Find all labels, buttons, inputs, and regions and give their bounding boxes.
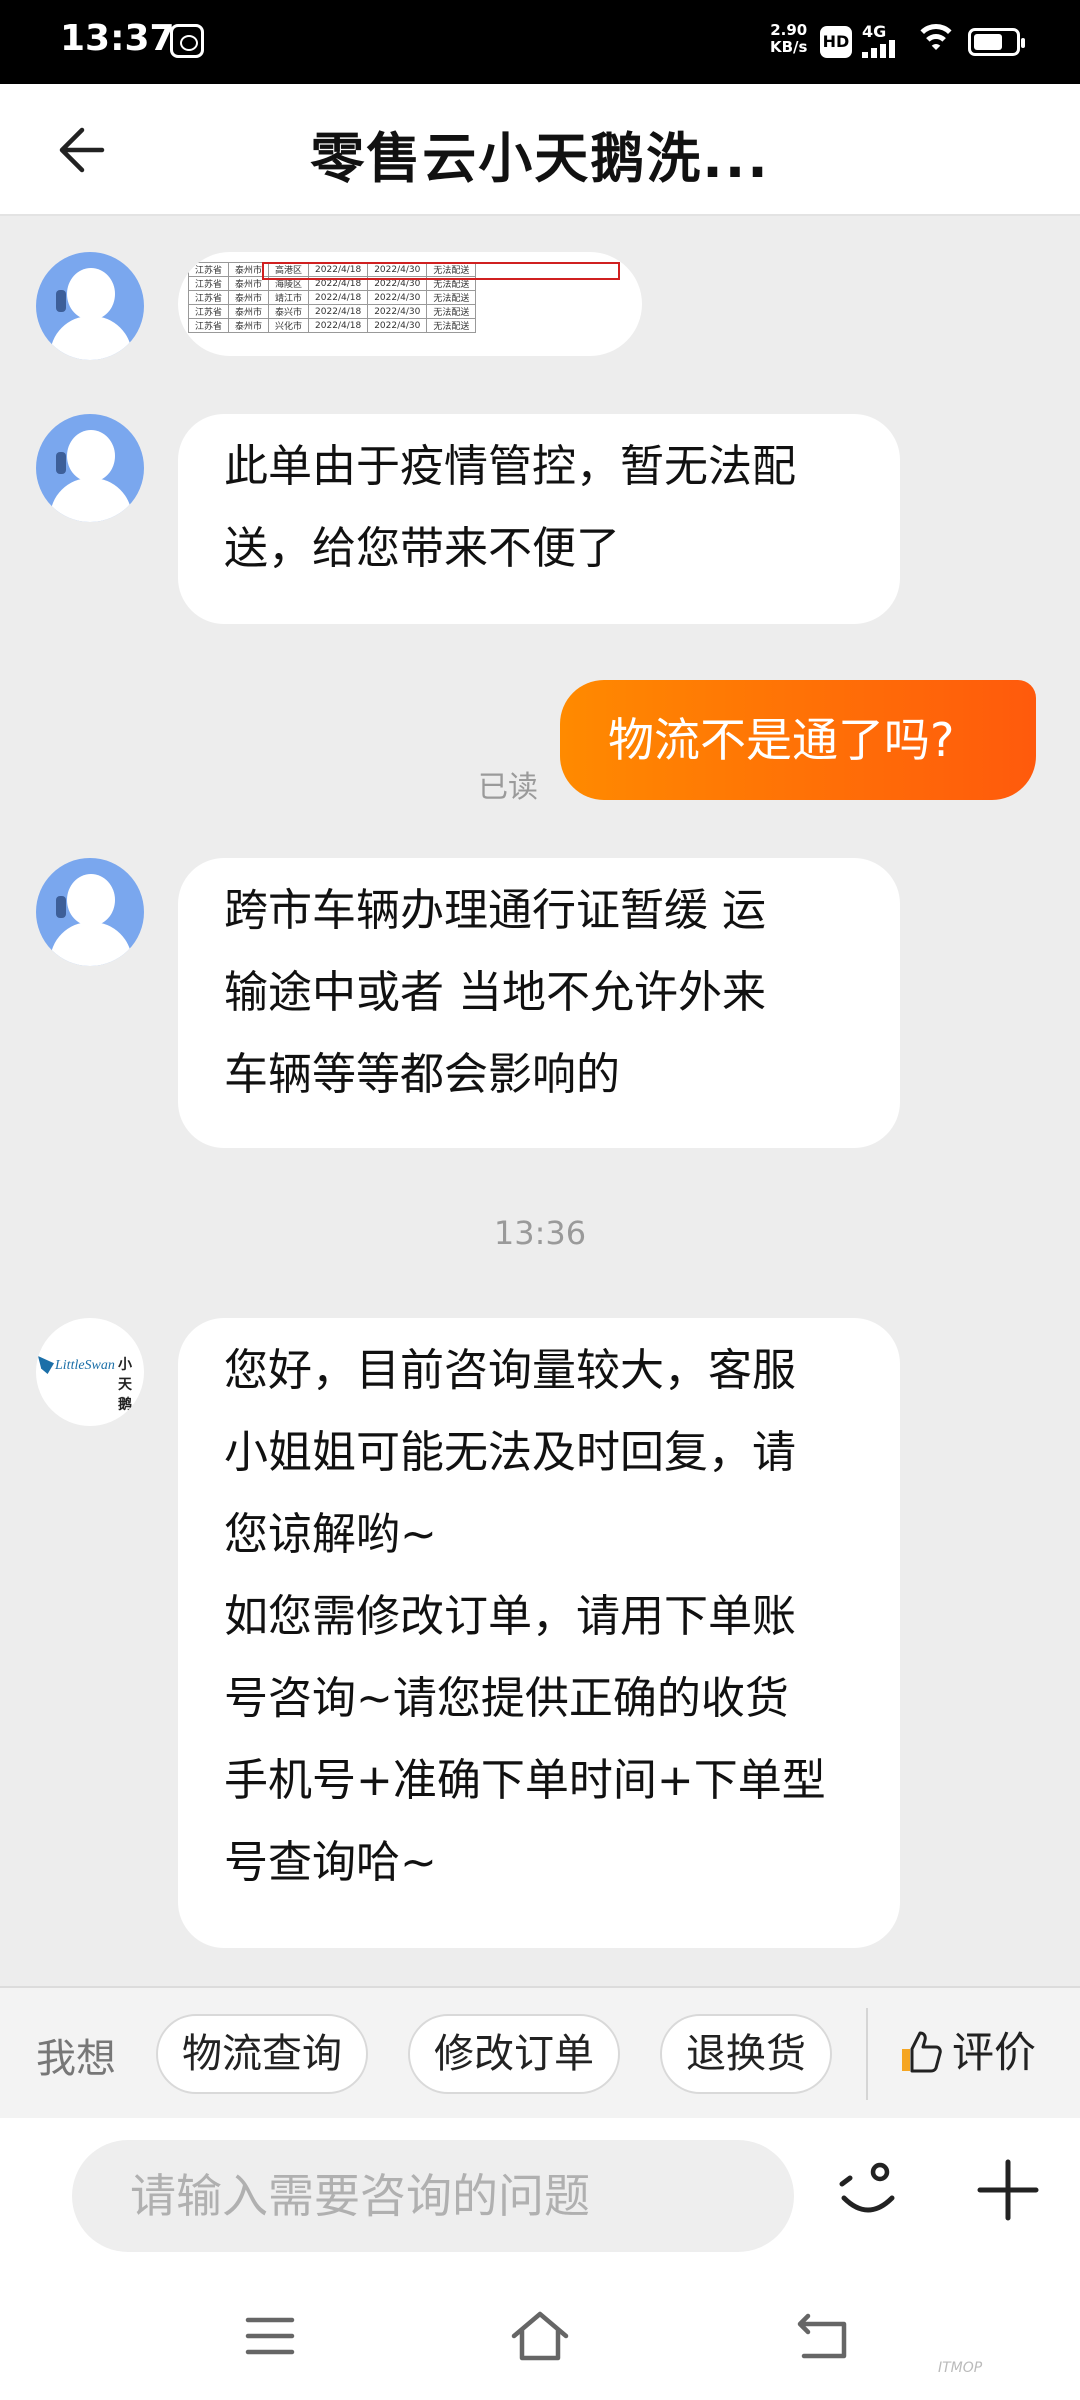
read-receipt: 已读 xyxy=(478,770,538,805)
message-line: 号查询哈~ xyxy=(224,1837,437,1888)
image-table-cell: 2022/4/18 xyxy=(308,304,369,319)
smiley-icon xyxy=(839,2162,895,2213)
image-table-cell: 江苏省 xyxy=(187,276,230,291)
quick-reply-prefix: 我想 xyxy=(36,2036,116,2082)
signal-icon xyxy=(862,40,902,58)
agent-message-bubble: 跨市车辆办理通行证暂缓 运 输途中或者 当地不允许外来 车辆等等都会影响的 xyxy=(178,858,900,1148)
rate-button[interactable]: 评价 xyxy=(898,2018,1036,2088)
image-table-cell: 江苏省 xyxy=(187,262,230,277)
brand-message-bubble: 您好，目前咨询量较大，客服 小姐姐可能无法及时回复，请 您谅解哟~ 如您需修改订… xyxy=(178,1318,900,1948)
image-table-cell: 泰州市 xyxy=(228,318,270,333)
image-table-cell: 泰州市 xyxy=(228,290,270,305)
agent-avatar[interactable] xyxy=(36,252,144,360)
message-line: 手机号+准确下单时间+下单型 xyxy=(224,1755,826,1806)
image-message-thumbnail[interactable]: 江苏省 泰州市 高港区 2022/4/18 2022/4/30 无法配送 江苏省 泰州市 海陵区… xyxy=(178,252,642,356)
image-table-cell: 江苏省 xyxy=(187,304,230,319)
brand-avatar[interactable]: LittleSwan 小天鹅 xyxy=(36,1318,144,1426)
image-table-cell: 2022/4/30 xyxy=(367,290,428,305)
chip-logistics-query[interactable]: 物流查询 xyxy=(156,2014,368,2094)
menu-button[interactable] xyxy=(240,2306,300,2366)
image-table-cell: 泰州市 xyxy=(228,304,270,319)
status-time: 13:37 xyxy=(60,18,175,59)
user-message-bubble: 物流不是通了吗? xyxy=(560,680,1036,800)
image-table-cell: 靖江市 xyxy=(268,290,310,305)
plus-icon xyxy=(977,2159,1039,2221)
image-highlight-box xyxy=(262,262,620,280)
app-notification-icon xyxy=(170,24,204,58)
emoji-button[interactable] xyxy=(836,2158,900,2222)
network-speed: 2.90 KB/s xyxy=(770,22,807,56)
message-line: 车辆等等都会影响的 xyxy=(224,1049,620,1100)
image-table-cell: 2022/4/18 xyxy=(308,318,369,333)
network-type: 4G xyxy=(862,22,887,41)
message-line: 号咨询~请您提供正确的收货 xyxy=(224,1673,789,1724)
image-table-cell: 江苏省 xyxy=(187,318,230,333)
home-icon xyxy=(511,2311,569,2361)
message-line: 送，给您带来不便了 xyxy=(224,523,620,574)
agent-message-bubble: 此单由于疫情管控，暂无法配 送，给您带来不便了 xyxy=(178,414,900,624)
network-speed-unit: KB/s xyxy=(770,38,808,56)
quick-reply-bar: 我想 物流查询 修改订单 退换货 评价 xyxy=(0,1986,1080,2118)
message-line: 如您需修改订单，请用下单账 xyxy=(224,1591,796,1642)
chat-header: 零售云小天鹅洗... xyxy=(0,84,1080,216)
image-table-cell: 2022/4/30 xyxy=(367,318,428,333)
chip-return-exchange[interactable]: 退换货 xyxy=(660,2014,832,2094)
image-table-cell: 兴化市 xyxy=(268,318,310,333)
system-navigation-bar: ITMOP xyxy=(0,2270,1080,2400)
watermark-logo: ITMOP xyxy=(938,2360,983,2376)
back-nav-icon xyxy=(797,2313,847,2359)
message-input[interactable] xyxy=(72,2140,794,2252)
littleswan-logo: LittleSwan 小天鹅 xyxy=(38,1354,142,1413)
agent-avatar[interactable] xyxy=(36,414,144,522)
message-line: 小姐姐可能无法及时回复，请 xyxy=(224,1427,796,1478)
image-table-row: 江苏省 泰州市 兴化市 2022/4/18 2022/4/30 无法配送 xyxy=(187,318,477,333)
message-line: 您谅解哟~ xyxy=(224,1509,437,1560)
input-bar xyxy=(0,2118,1080,2270)
image-table-cell: 无法配送 xyxy=(426,304,477,319)
message-line: 输途中或者 当地不允许外来 xyxy=(224,967,766,1018)
page-title: 零售云小天鹅洗... xyxy=(310,127,770,190)
thumbs-up-icon xyxy=(902,2031,942,2073)
image-table-row: 江苏省 泰州市 泰兴市 2022/4/18 2022/4/30 无法配送 xyxy=(187,304,477,319)
image-table-cell: 2022/4/18 xyxy=(308,290,369,305)
battery-icon xyxy=(968,28,1025,56)
message-line: 跨市车辆办理通行证暂缓 运 xyxy=(224,885,766,936)
plus-button[interactable] xyxy=(976,2158,1040,2222)
image-table-cell: 江苏省 xyxy=(187,290,230,305)
divider xyxy=(866,2008,868,2100)
message-line: 此单由于疫情管控，暂无法配 xyxy=(224,441,796,492)
message-line: 您好，目前咨询量较大，客服 xyxy=(224,1345,796,1396)
image-table-row: 江苏省 泰州市 靖江市 2022/4/18 2022/4/30 无法配送 xyxy=(187,290,477,305)
home-button[interactable] xyxy=(510,2306,570,2366)
image-table-cell: 泰兴市 xyxy=(268,304,310,319)
network-speed-value: 2.90 xyxy=(770,21,808,39)
menu-icon xyxy=(245,2317,295,2355)
back-nav-button[interactable] xyxy=(794,2306,854,2366)
image-table-cell: 无法配送 xyxy=(426,318,477,333)
chat-timestamp: 13:36 xyxy=(493,1214,587,1252)
chip-modify-order[interactable]: 修改订单 xyxy=(408,2014,620,2094)
agent-avatar[interactable] xyxy=(36,858,144,966)
wifi-icon xyxy=(914,22,958,58)
image-table-cell: 无法配送 xyxy=(426,290,477,305)
rate-label: 评价 xyxy=(952,2028,1037,2077)
status-bar: 13:37 2.90 KB/s HD 4G xyxy=(0,0,1080,84)
hd-icon: HD xyxy=(820,26,852,58)
image-table-cell: 2022/4/30 xyxy=(367,304,428,319)
